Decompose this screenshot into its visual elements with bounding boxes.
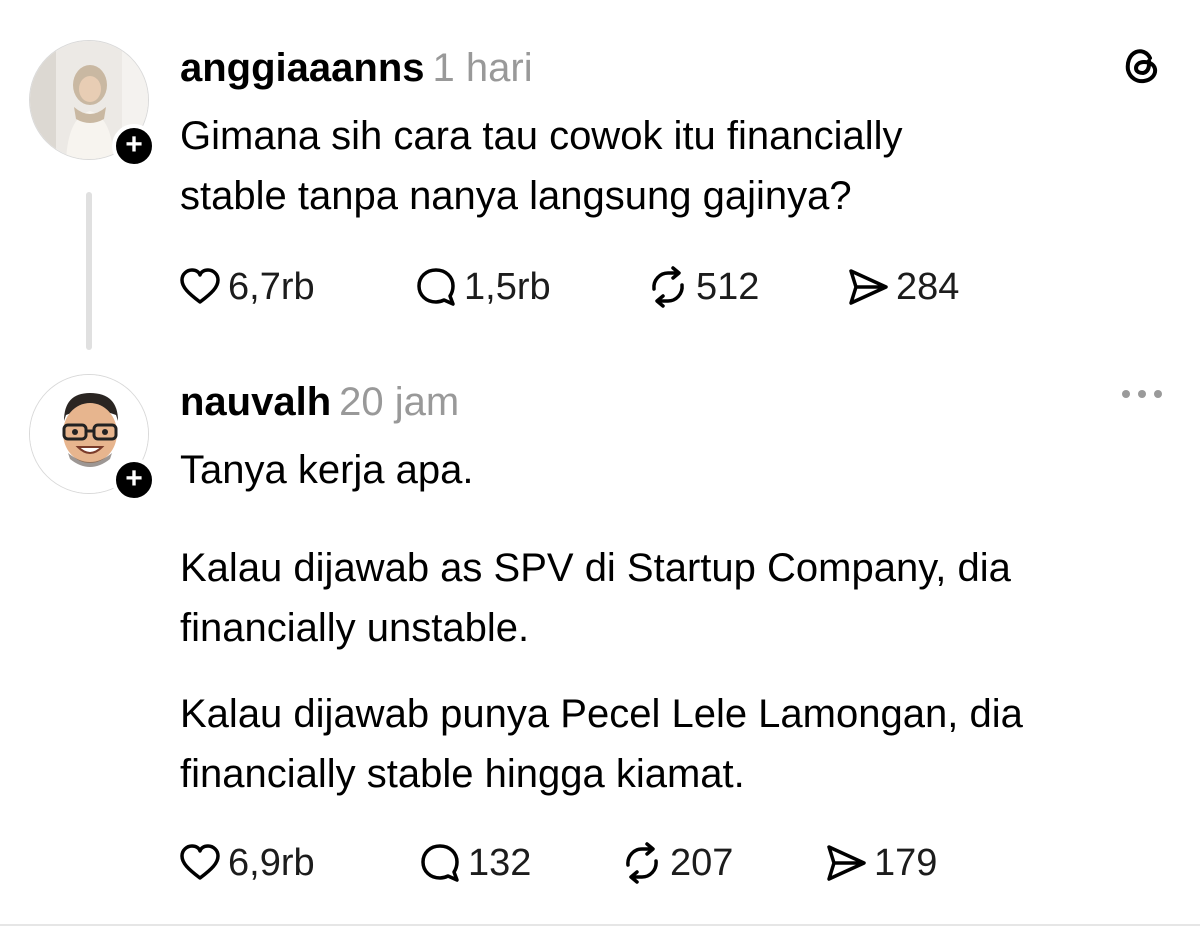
post-time: 1 hari (432, 46, 533, 90)
post-paragraph: Kalau dijawab as SPV di Startup Company,… (180, 546, 1011, 650)
reply-count: 132 (468, 841, 532, 884)
share-button[interactable]: 284 (846, 262, 959, 312)
heart-icon (180, 844, 220, 880)
follow-plus-icon[interactable]: + (112, 458, 156, 502)
threads-logo-icon (1120, 44, 1164, 93)
post-body: Tanya kerja apa. Kalau dijawab as SPV di… (180, 440, 1160, 804)
post-paragraph: Kalau dijawab punya Pecel Lele Lamongan,… (180, 692, 1023, 796)
username[interactable]: nauvalh (180, 380, 331, 424)
share-button[interactable]: 179 (824, 838, 937, 888)
post-header: nauvalh 20 jam (180, 378, 459, 426)
send-icon (827, 845, 866, 881)
heart-icon (180, 268, 220, 304)
repost-button[interactable]: 207 (620, 838, 733, 888)
bottom-divider (0, 924, 1200, 926)
share-count: 179 (874, 841, 938, 884)
post-body: Gimana sih cara tau cowok itu financiall… (180, 106, 1160, 226)
comment-bubble-icon (417, 268, 455, 306)
post-line: Gimana sih cara tau cowok itu financiall… (180, 114, 903, 158)
repost-count: 512 (696, 265, 760, 308)
post-paragraph: Tanya kerja apa. (180, 448, 474, 492)
repost-icon (652, 266, 684, 308)
more-options-icon[interactable] (1118, 382, 1166, 411)
reply-button[interactable]: 132 (418, 838, 531, 888)
like-button[interactable]: 6,7rb (178, 262, 315, 312)
follow-plus-icon[interactable]: + (112, 124, 156, 168)
reply-count: 1,5rb (464, 265, 551, 308)
repost-button[interactable]: 512 (646, 262, 759, 312)
post-header: anggiaaanns 1 hari (180, 44, 533, 92)
username[interactable]: anggiaaanns (180, 46, 425, 90)
comment-bubble-icon (421, 844, 459, 882)
like-count: 6,9rb (228, 841, 315, 884)
like-count: 6,7rb (228, 265, 315, 308)
like-button[interactable]: 6,9rb (178, 838, 315, 888)
repost-icon (626, 842, 658, 884)
post-line: stable tanpa nanya langsung gajinya? (180, 174, 852, 218)
share-count: 284 (896, 265, 960, 308)
repost-count: 207 (670, 841, 734, 884)
reply-button[interactable]: 1,5rb (414, 262, 551, 312)
send-icon (849, 269, 888, 305)
post-time: 20 jam (339, 380, 460, 424)
thread-connector-line (86, 192, 92, 350)
